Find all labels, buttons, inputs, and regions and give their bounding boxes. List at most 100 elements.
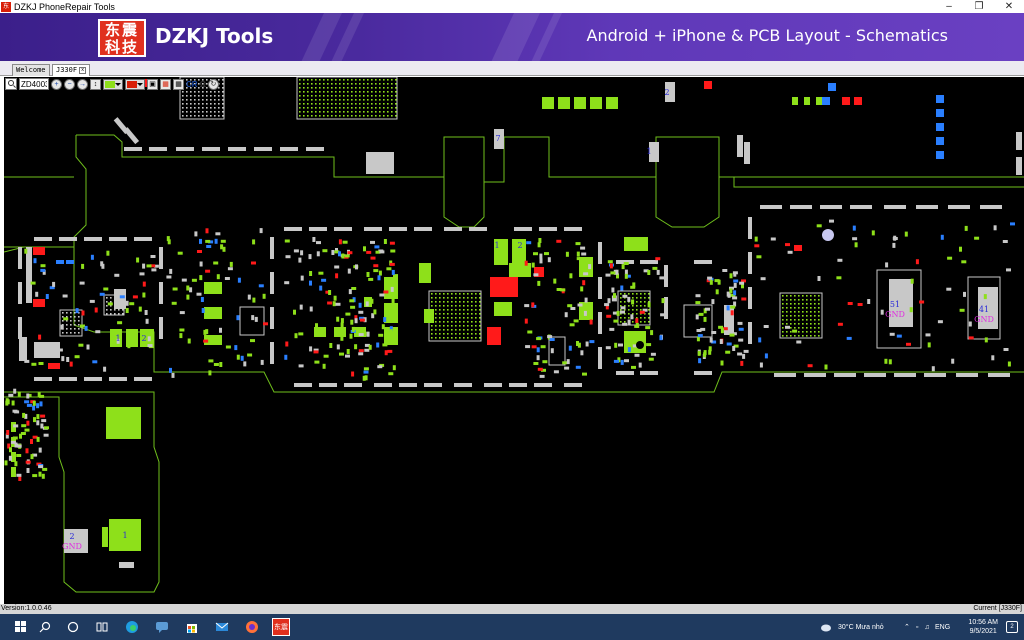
- next-arrow-icon[interactable]: →: [77, 78, 88, 90]
- bga-ball: [471, 325, 473, 327]
- grid-icon[interactable]: ▦: [173, 78, 184, 90]
- close-button[interactable]: ✕: [994, 0, 1024, 13]
- smd-pad: [377, 365, 383, 369]
- bga-ball: [114, 313, 116, 315]
- highlight-color-picker[interactable]: [125, 78, 145, 90]
- bga-ball: [351, 107, 353, 109]
- bga-ball: [387, 79, 389, 81]
- smd-pad: [537, 280, 541, 286]
- bga-ball: [435, 337, 437, 339]
- cortana-icon[interactable]: [64, 618, 82, 636]
- bga-ball: [218, 95, 220, 97]
- bga-ball: [206, 111, 208, 113]
- bga-ball: [303, 79, 305, 81]
- bga-ball: [455, 293, 457, 295]
- bga-ball: [471, 317, 473, 319]
- bga-ball: [810, 331, 812, 333]
- bga-ball: [351, 103, 353, 105]
- smd-pad: [339, 352, 344, 356]
- weather-widget[interactable]: 30°C Mưa nhỏ: [820, 614, 884, 640]
- bga-ball: [467, 321, 469, 323]
- smd-pad: [607, 260, 613, 264]
- smd-pad: [539, 258, 543, 264]
- smd-pad: [33, 417, 36, 423]
- bga-ball: [327, 91, 329, 93]
- smd-pad: [40, 264, 46, 268]
- resistance-button[interactable]: Ω: [200, 80, 206, 89]
- smd-pad: [329, 343, 333, 348]
- task-view-icon[interactable]: [93, 618, 111, 636]
- bga-ball: [371, 79, 373, 81]
- smd-pad: [194, 231, 198, 237]
- network-icon[interactable]: ▫: [916, 624, 918, 631]
- bga-ball: [802, 307, 804, 309]
- bga-ball: [218, 111, 220, 113]
- dzkj-app-icon[interactable]: 东震: [272, 618, 290, 636]
- flip-icon[interactable]: ↕: [90, 78, 101, 90]
- smd-pad: [300, 275, 304, 281]
- bga-ball: [439, 329, 441, 331]
- zoom-out-icon[interactable]: −: [64, 78, 75, 90]
- smd-pad: [13, 424, 19, 428]
- bga-ball: [339, 87, 341, 89]
- bga-ball: [459, 321, 461, 323]
- smd-pad: [373, 269, 379, 273]
- taskbar-clock[interactable]: 10:56 AM 9/5/2021: [968, 618, 998, 636]
- rotate-icon[interactable]: ↻: [207, 78, 219, 90]
- tab-j330f[interactable]: J330F x: [52, 64, 91, 76]
- pcb-layout-canvas[interactable]: 2 GND 1 51 GND 41 GND 1 2 1 2 1 7 2: [4, 77, 1024, 604]
- chat-icon[interactable]: [153, 618, 171, 636]
- smd-pad: [354, 344, 358, 350]
- edge-icon[interactable]: [123, 618, 141, 636]
- maximize-button[interactable]: ❐: [964, 0, 994, 13]
- chevron-up-icon[interactable]: ⌃: [904, 623, 910, 631]
- zoom-in-icon[interactable]: +: [51, 78, 62, 90]
- smd-pad: [539, 374, 545, 378]
- bga-ball: [459, 329, 461, 331]
- search-icon[interactable]: [5, 78, 17, 90]
- smd-pad: [179, 311, 185, 315]
- smd-pad: [166, 275, 172, 279]
- tab-welcome[interactable]: Welcome: [12, 64, 50, 76]
- bga-ball: [307, 107, 309, 109]
- smd-pad: [298, 332, 304, 336]
- bga-ball: [443, 337, 445, 339]
- bga-ball: [383, 115, 385, 117]
- volume-icon[interactable]: ♫: [924, 624, 929, 631]
- notification-icon[interactable]: 2: [1006, 621, 1018, 633]
- smd-pad: [61, 356, 65, 362]
- minimize-button[interactable]: –: [934, 0, 964, 13]
- smd-pad: [730, 305, 736, 309]
- bga-ball: [624, 301, 626, 303]
- bga-ball: [786, 315, 788, 317]
- bga-ball: [443, 325, 445, 327]
- smd-pad: [824, 364, 828, 370]
- pad-color-picker[interactable]: [103, 78, 123, 90]
- smd-pad: [527, 330, 533, 334]
- bga-ball: [782, 307, 784, 309]
- image-icon[interactable]: ▦: [160, 78, 171, 90]
- mail-icon[interactable]: [213, 618, 231, 636]
- smd-pad: [632, 346, 636, 352]
- bga-ball: [311, 115, 313, 117]
- part-search-input[interactable]: [19, 78, 49, 90]
- firefox-icon[interactable]: [243, 618, 261, 636]
- smd-pad: [536, 347, 540, 353]
- store-icon[interactable]: [183, 618, 201, 636]
- search-icon[interactable]: [36, 618, 54, 636]
- bga-ball: [798, 295, 800, 297]
- smd-pad: [896, 334, 902, 338]
- smd-pad: [857, 303, 863, 306]
- smd-pad: [647, 270, 651, 275]
- layer-toggle-icon[interactable]: ▣: [147, 78, 158, 90]
- cr-button[interactable]: CR: [186, 80, 198, 89]
- smd-pad: [391, 269, 395, 275]
- bga-ball: [818, 303, 820, 305]
- windows-start-icon[interactable]: [12, 618, 30, 636]
- bga-ball: [299, 107, 301, 109]
- smd-pad: [40, 268, 46, 272]
- smd-pad: [219, 327, 222, 333]
- close-tab-icon[interactable]: x: [79, 67, 87, 74]
- language-indicator[interactable]: ENG: [935, 614, 950, 640]
- smd-pad: [648, 357, 654, 361]
